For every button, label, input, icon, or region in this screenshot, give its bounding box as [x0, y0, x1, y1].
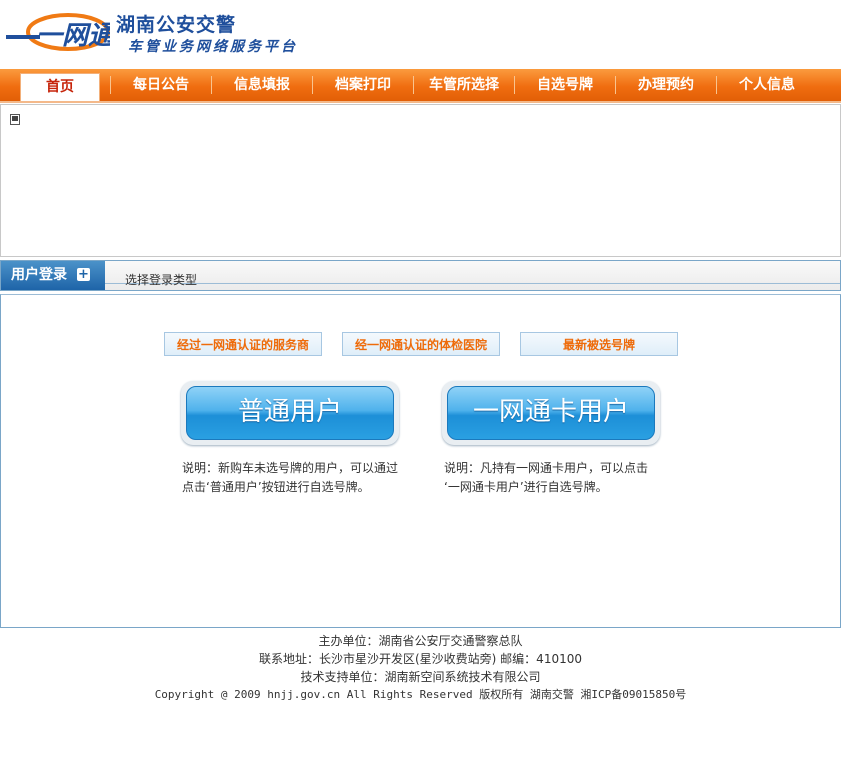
- site-footer: 主办单位：湖南省公安厅交通警察总队 联系地址：长沙市星沙开发区(星沙收费站旁) …: [0, 632, 841, 704]
- nav-item-personal-info[interactable]: 个人信息: [717, 69, 817, 101]
- site-header: 一网通 湖南公安交警 车管业务网络服务平台: [0, 0, 841, 68]
- card-user-description: 说明：凡持有一网通卡用户，可以点击 ‘一网通卡用户’进行自选号牌。: [444, 459, 684, 497]
- nav-item-info-fill[interactable]: 信息填报: [212, 69, 312, 101]
- normal-user-button-label: 普通用户: [186, 386, 394, 440]
- card-user-button[interactable]: 一网通卡用户: [442, 381, 660, 445]
- broken-image-icon: [10, 114, 20, 125]
- login-tab-label: 用户登录: [11, 267, 67, 283]
- nav-item-appointment[interactable]: 办理预约: [616, 69, 716, 101]
- latest-selected-plates-link[interactable]: 最新被选号牌: [520, 332, 678, 356]
- login-tab[interactable]: 用户登录 +: [1, 261, 105, 290]
- login-panel-body: 经过一网通认证的服务商 经一网通认证的体检医院 最新被选号牌 普通用户 一网通卡…: [0, 294, 841, 628]
- footer-support: 技术支持单位：湖南新空间系统技术有限公司: [300, 670, 541, 684]
- certified-service-providers-link[interactable]: 经过一网通认证的服务商: [164, 332, 322, 356]
- logo-text: 一网通: [36, 21, 110, 51]
- main-nav: 首页 每日公告 信息填报 档案打印 车管所选择 自选号牌 办理预约 个人信息: [0, 69, 841, 103]
- nav-item-archive-print[interactable]: 档案打印: [313, 69, 413, 101]
- site-title: 湖南公安交警: [116, 14, 237, 36]
- footer-copyright: Copyright @ 2009 hnjj.gov.cn All Rights …: [154, 688, 687, 701]
- choose-login-type-label: 选择登录类型: [125, 273, 198, 287]
- banner-frame: [0, 104, 841, 257]
- description-line: 点击‘普通用户’按钮进行自选号牌。: [182, 480, 370, 494]
- panel-divider: [105, 283, 840, 284]
- login-panel-header: 用户登录 + 选择登录类型: [0, 260, 841, 291]
- nav-item-office-select[interactable]: 车管所选择: [414, 69, 514, 101]
- nav-item-plate-select[interactable]: 自选号牌: [515, 69, 615, 101]
- description-line: ‘一网通卡用户’进行自选号牌。: [444, 480, 608, 494]
- plus-icon: +: [77, 267, 90, 282]
- site-subtitle: 车管业务网络服务平台: [128, 39, 298, 55]
- normal-user-description: 说明：新购车未选号牌的用户，可以通过 点击‘普通用户’按钮进行自选号牌。: [182, 459, 422, 497]
- footer-sponsor: 主办单位：湖南省公安厅交通警察总队: [318, 634, 523, 648]
- nav-divider: [110, 76, 111, 94]
- certified-hospitals-link[interactable]: 经一网通认证的体检医院: [342, 332, 500, 356]
- footer-address: 联系地址：长沙市星沙开发区(星沙收费站旁) 邮编：410100: [259, 652, 582, 666]
- description-line: 说明：凡持有一网通卡用户，可以点击: [444, 461, 649, 475]
- nav-item-home[interactable]: 首页: [20, 73, 100, 101]
- description-line: 说明：新购车未选号牌的用户，可以通过: [182, 461, 399, 475]
- normal-user-button[interactable]: 普通用户: [181, 381, 399, 445]
- yiwangtong-logo: 一网通: [6, 13, 110, 51]
- nav-item-daily-notice[interactable]: 每日公告: [112, 69, 210, 101]
- card-user-button-label: 一网通卡用户: [447, 386, 655, 440]
